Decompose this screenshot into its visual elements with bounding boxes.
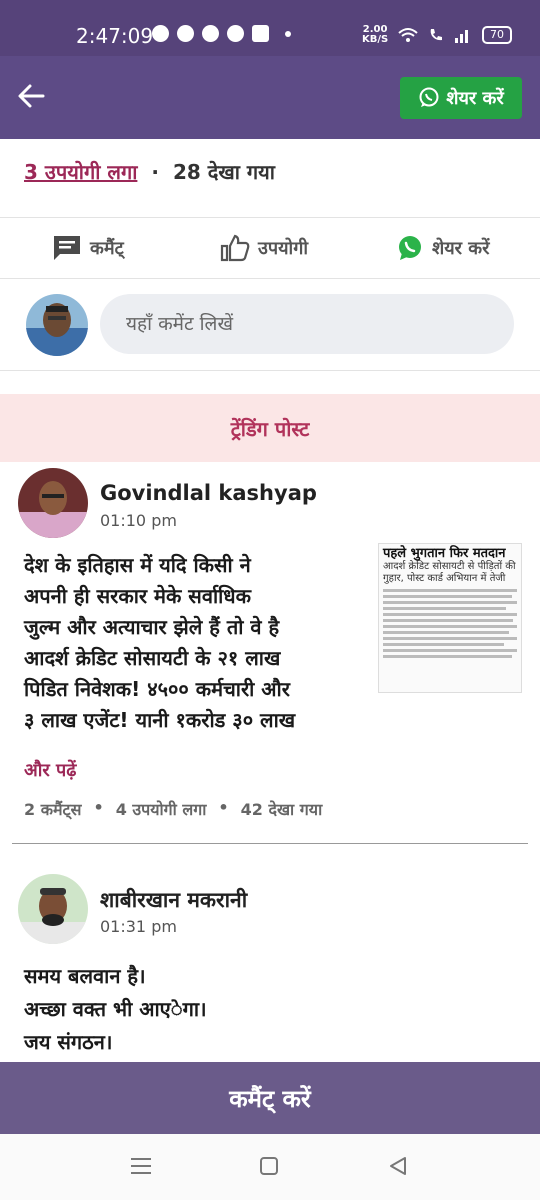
post-divider: [12, 843, 528, 844]
useful-action-label: उपयोगी: [258, 238, 308, 259]
post-text-line: ३ लाख एजेंट! यानी १करोड ३० लाख: [24, 708, 296, 732]
recent-apps-icon[interactable]: [130, 1156, 152, 1176]
post-text-line: पिडित निवेशक! ४५०० कर्मचारी और: [24, 677, 290, 701]
whatsapp-icon: [399, 236, 421, 260]
separator-dot: •: [218, 798, 229, 817]
app-notification-icon: [252, 25, 269, 42]
comment-action-label: कमैंट्: [90, 238, 124, 259]
call-icon: [430, 29, 442, 41]
post-meta: 2 कमैंट्स • 4 उपयोगी लगा • 42 देखा गया: [24, 798, 322, 820]
useful-count-link[interactable]: 3 उपयोगी लगा: [24, 158, 137, 185]
divider: [0, 370, 540, 371]
divider: [0, 278, 540, 279]
back-arrow-icon[interactable]: [14, 79, 48, 113]
author-avatar[interactable]: [18, 468, 88, 538]
useful-action-button[interactable]: उपयोगी: [220, 234, 308, 262]
post-text-line: समय बलवान है।: [24, 964, 146, 988]
clip-subheadline: आदर्श क्रेडिट सोसायटी से पीड़ितों की गुह…: [383, 561, 516, 584]
add-comment-label: कमैंट् करें: [229, 1084, 311, 1113]
post-text[interactable]: समय बलवान है। अच्छा वक्त भी आएेगा। जय सं…: [24, 960, 207, 1059]
share-action-label: शेयर करें: [432, 238, 490, 259]
divider: [0, 217, 540, 218]
comment-action-button[interactable]: कमैंट्: [52, 234, 124, 262]
status-time: 2:47:09: [76, 24, 154, 48]
separator-dot: ·: [151, 159, 159, 184]
network-speed-unit: KB/S: [362, 34, 389, 45]
thumbs-up-icon: [220, 234, 250, 262]
more-notifications-icon: [285, 30, 291, 37]
add-comment-button[interactable]: कमैंट् करें: [0, 1062, 540, 1134]
separator-dot: •: [93, 798, 104, 817]
home-icon[interactable]: [259, 1156, 279, 1176]
signal-icon: [455, 30, 468, 43]
post-text-line: अपनी ही सरकार मेके सर्वाधिक: [24, 584, 251, 608]
whatsapp-share-label: शेयर करें: [446, 88, 504, 109]
notification-icons: [152, 25, 291, 42]
status-bar: 2:47:09 2.00 KB/S 70: [0, 0, 540, 56]
post-time: 01:10 pm: [100, 511, 177, 530]
back-nav-icon[interactable]: [388, 1156, 408, 1176]
post-text[interactable]: देश के इतिहास में यदि किसी ने अपनी ही सर…: [24, 550, 295, 736]
whatsapp-icon: [419, 87, 439, 107]
vpn-icon: [202, 25, 219, 42]
action-bar: कमैंट् उपयोगी शेयर करें: [0, 220, 540, 278]
post-text-line: जय संगठन।: [24, 1030, 113, 1054]
facebook-icon: [152, 25, 169, 42]
post-text-line: जुल्म और अत्याचार झेले हैं तो वे है: [24, 615, 280, 639]
wifi-icon: [398, 28, 418, 42]
post-author[interactable]: Govindlal kashyap: [100, 481, 317, 505]
cloud-icon: [177, 25, 194, 42]
whatsapp-share-button[interactable]: शेयर करें: [400, 77, 522, 119]
post-stats: 3 उपयोगी लगा · 28 देखा गया: [24, 158, 275, 185]
post-text-line: आदर्श क्रेडिट सोसायटी के २१ लाख: [24, 646, 281, 670]
useful-count[interactable]: 4 उपयोगी लगा: [116, 798, 207, 820]
clip-headline: पहले भुगतान फिर मतदान: [383, 546, 506, 561]
user-avatar: [26, 294, 88, 356]
post-text-line: देश के इतिहास में यदि किसी ने: [24, 553, 251, 577]
trending-posts-header: ट्रेंडिंग पोस्ट: [0, 394, 540, 462]
news-clipping-image[interactable]: पहले भुगतान फिर मतदान आदर्श क्रेडिट सोसा…: [378, 543, 522, 693]
post-time: 01:31 pm: [100, 917, 177, 936]
view-count: 28 देखा गया: [173, 160, 275, 184]
author-avatar[interactable]: [18, 874, 88, 944]
share-action-button[interactable]: शेयर करें: [396, 234, 490, 262]
trending-title: ट्रेंडिंग पोस्ट: [230, 416, 310, 441]
battery-indicator: 70: [482, 26, 512, 44]
system-navigation-bar: [0, 1134, 540, 1200]
comment-composer: [0, 280, 540, 370]
view-count: 42 देखा गया: [240, 800, 323, 819]
comment-count[interactable]: 2 कमैंट्स: [24, 798, 81, 820]
comment-input[interactable]: [100, 294, 514, 354]
system-icons: 70: [398, 26, 512, 44]
network-speed: 2.00 KB/S: [362, 25, 388, 45]
clip-body-text: [379, 585, 521, 665]
read-more-link[interactable]: और पढ़ें: [24, 758, 76, 782]
shield-icon: [227, 25, 244, 42]
post-text-line: अच्छा वक्त भी आएेगा।: [24, 997, 207, 1021]
post-author[interactable]: शाबीरखान मकरानी: [100, 886, 247, 914]
comment-icon: [54, 236, 80, 260]
